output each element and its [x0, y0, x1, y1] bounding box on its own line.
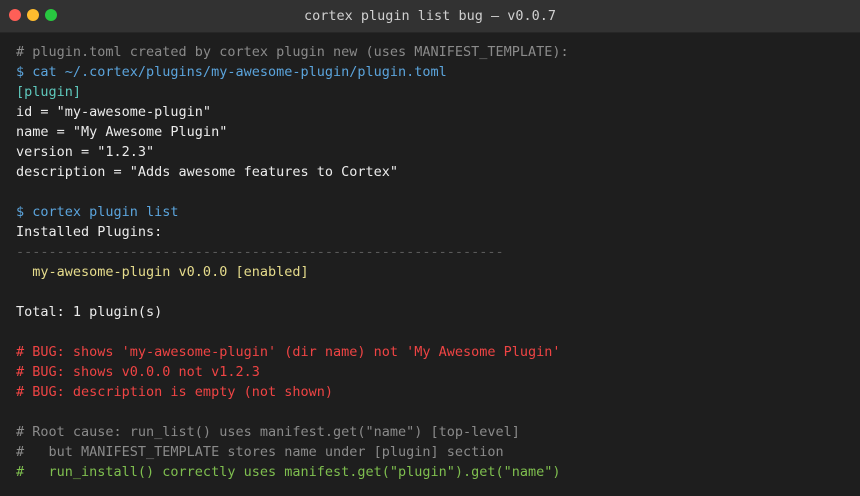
terminal-window: cortex plugin list bug — v0.0.7 # plugin… [0, 0, 860, 496]
terminal-line: # run_install() correctly uses manifest.… [16, 464, 561, 480]
terminal-line: # BUG: shows 'my-awesome-plugin' (dir na… [16, 344, 561, 360]
terminal-line: $ cat ~/.cortex/plugins/my-awesome-plugi… [16, 64, 447, 80]
terminal-line: # but MANIFEST_TEMPLATE stores name unde… [16, 444, 504, 460]
terminal-line: # Root cause: run_list() uses manifest.g… [16, 424, 520, 440]
terminal-line: # BUG: description is empty (not shown) [16, 384, 333, 400]
terminal-line: Total: 1 plugin(s) [16, 304, 163, 320]
terminal-line: # plugin.toml created by cortex plugin n… [16, 44, 569, 60]
terminal-line: [plugin] [16, 84, 82, 100]
window-title: cortex plugin list bug — v0.0.7 [304, 8, 556, 24]
terminal-output[interactable]: # plugin.toml created by cortex plugin n… [16, 42, 860, 482]
terminal-line: Installed Plugins: [16, 224, 163, 240]
terminal-line: description = "Adds awesome features to … [16, 164, 399, 180]
terminal-line: $ cortex plugin list [16, 204, 179, 220]
terminal-line: name = "My Awesome Plugin" [16, 124, 228, 140]
terminal-line: version = "1.2.3" [16, 144, 155, 160]
terminal-line: my-awesome-plugin v0.0.0 [enabled] [16, 264, 309, 280]
terminal-line: id = "my-awesome-plugin" [16, 104, 212, 120]
terminal-line: ----------------------------------------… [16, 244, 504, 260]
terminal-line: # BUG: shows v0.0.0 not v1.2.3 [16, 364, 260, 380]
title-bar[interactable]: cortex plugin list bug — v0.0.7 [0, 0, 860, 33]
